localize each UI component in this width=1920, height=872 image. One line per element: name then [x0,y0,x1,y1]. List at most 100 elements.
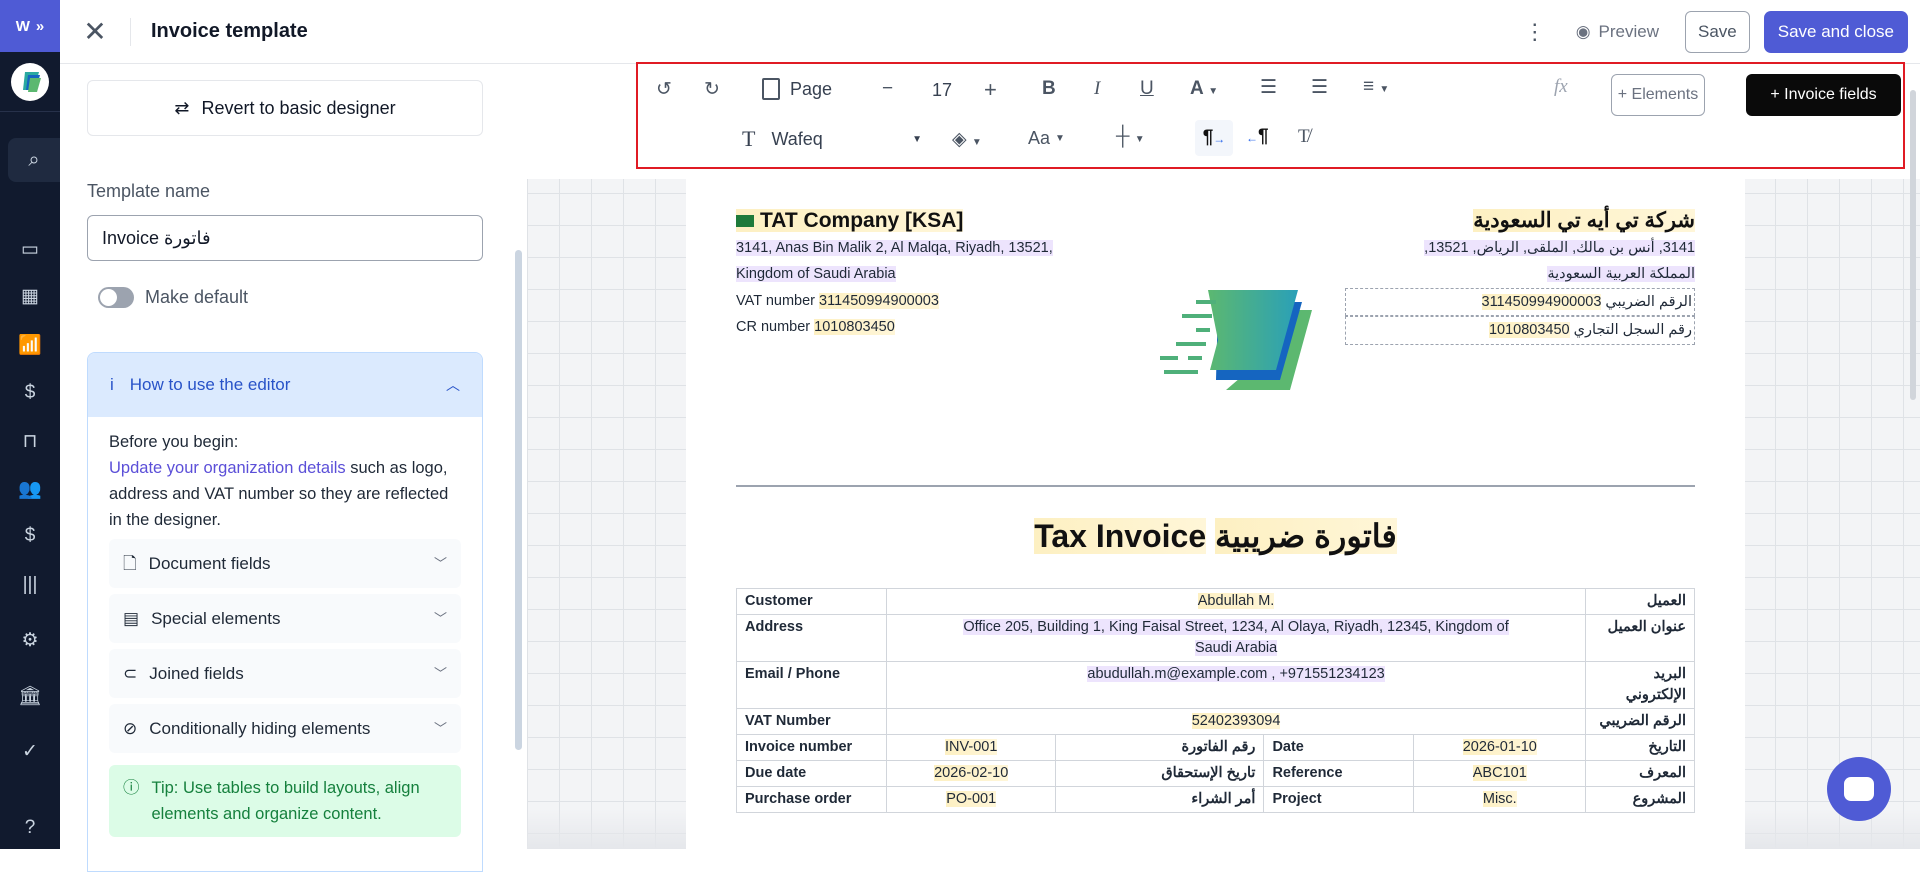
how-to-use-editor-header[interactable]: i How to use the editor ︿ [88,353,482,417]
borders-icon[interactable]: ┼ ▼ [1116,126,1145,148]
text-case-button[interactable]: Aa ▼ [1028,128,1065,149]
numbered-list-icon[interactable]: ☰ [1311,76,1328,99]
formula-fx-button[interactable]: fx [1554,76,1568,98]
divider-line[interactable] [736,485,1695,487]
address-ar-line-2: المملكة العربية السعودية [1547,266,1695,282]
font-size-value[interactable]: 17 [932,80,952,101]
row-label-ar: أمر الشراء [1055,786,1265,813]
vat-value-en: 311450994900003 [819,292,939,309]
row-label-en: VAT Number [736,708,887,735]
settings-panel: ⇄ Revert to basic designer Template name … [60,65,527,872]
eye-off-icon: ⊘ [123,718,138,738]
close-icon[interactable]: ✕ [80,15,110,48]
purchases-bag-icon[interactable]: ⊓ [0,430,60,453]
company-block-en[interactable]: TAT Company [KSA] 3141, Anas Bin Malik 2… [736,208,1053,341]
expand-nav-button[interactable]: W» [0,0,60,52]
tasks-icon[interactable]: ✓ [0,740,60,763]
template-name-input[interactable] [87,215,483,261]
help-icon[interactable]: ? [0,817,60,839]
table-row: Customer Abdullah M. العميل [736,588,1695,615]
chat-bubble-icon [1844,777,1874,801]
row-label-ar: المعرف [1585,760,1695,787]
invoice-title[interactable]: Tax Invoice فاتورة ضريبية [686,517,1745,555]
row-value: 2026-01-10 [1462,739,1537,755]
accordion-special-elements[interactable]: ▤ Special elements ﹀ [109,594,461,643]
row-value: ABC101 [1472,765,1527,781]
invoice-fields-button[interactable]: + Invoice fields [1746,74,1901,116]
chat-support-button[interactable] [1827,757,1891,821]
chevron-down-icon: ﹀ [433,555,447,571]
make-default-toggle[interactable] [98,287,134,308]
row-value: INV-001 [945,739,998,755]
add-elements-button[interactable]: + Elements [1611,74,1705,116]
tip-box: ⓘ Tip: Use tables to build layouts, align… [109,765,461,837]
customer-details-table[interactable]: Customer Abdullah M. العميل Address Office … [736,588,1695,813]
products-barcode-icon[interactable]: ||| [0,574,60,596]
row-label-en: Date [1263,734,1415,761]
text-color-button[interactable]: A ▼ [1190,78,1218,100]
redo-icon[interactable]: ↻ [704,78,720,101]
decrease-font-size-button[interactable]: − [882,78,893,100]
fill-color-icon[interactable]: ◈ ▼ [952,128,982,151]
bank-icon[interactable]: 🏛 [0,684,60,708]
undo-icon[interactable]: ↺ [656,78,672,101]
page-label: Page [790,78,833,99]
revert-to-basic-designer-button[interactable]: ⇄ Revert to basic designer [87,80,483,136]
save-button[interactable]: Save [1685,11,1750,53]
row-label-ar: المشروع [1585,786,1695,813]
accounting-settings-icon[interactable]: ⚙ [0,629,60,652]
row-label-en: Invoice number [736,734,887,761]
underline-button[interactable]: U [1140,78,1154,100]
update-organization-link[interactable]: Update your organization details [109,459,346,477]
chevron-up-icon: ︿ [446,377,460,393]
increase-font-size-button[interactable]: + [984,77,997,103]
row-label-ar: رقم الفاتورة [1055,734,1265,761]
search-icon[interactable]: ⌕ [8,138,60,182]
company-block-ar[interactable]: شركة تي أيه تي السعودية 3141, أنس بن مال… [1345,208,1695,345]
list-icon: ▤ [123,608,140,628]
bullet-list-icon[interactable]: ☰ [1260,76,1277,99]
font-family-select[interactable]: T Wafeq ▼ [742,126,922,152]
inbox-icon[interactable]: ▭ [0,238,60,261]
accordion-label: Conditionally hiding elements [149,718,371,738]
sales-dollar-icon[interactable]: $ [0,382,60,404]
company-logo[interactable] [1156,280,1316,395]
accordion-label: Document fields [148,553,271,573]
payroll-icon[interactable]: $ [0,525,60,547]
panel-scrollbar[interactable] [515,250,522,750]
make-default-label: Make default [145,287,249,307]
row-label-en: Project [1263,786,1415,813]
page-title: Invoice template [151,20,308,42]
info-icon: i [110,375,114,394]
preview-button[interactable]: ◉ Preview [1564,22,1671,42]
accordion-conditionally-hiding[interactable]: ⊘ Conditionally hiding elements ﹀ [109,704,461,753]
organization-avatar[interactable] [11,62,49,101]
cr-label-ar: رقم السجل التجاري [1573,322,1692,338]
cr-value-en: 1010803450 [814,319,895,335]
row-label-en: Address [736,614,887,662]
save-and-close-button[interactable]: Save and close [1763,11,1908,53]
align-menu-icon[interactable]: ≡ ▼ [1363,76,1389,98]
ltr-direction-icon[interactable]: ¶→ [1195,120,1233,156]
formatting-toolbar: ↺ ↻ Page − 17 + B I U A ▼ ☰ ☰ ≡ ▼ fx + E… [636,62,1905,169]
rtl-direction-icon[interactable]: ←¶ [1246,126,1269,148]
clear-formatting-icon[interactable]: T̸ [1298,126,1310,148]
row-value: 2026-02-10 [934,765,1009,781]
dashboard-icon[interactable]: ▦ [0,285,60,308]
row-label-ar: البريد الإلكتروني [1585,661,1695,709]
accordion-document-fields[interactable]: 🗋 Document fields ﹀ [109,539,461,588]
italic-button[interactable]: I [1094,78,1100,100]
accordion-joined-fields[interactable]: ⊂ Joined fields ﹀ [109,649,461,698]
more-options-icon[interactable]: ⋮ [1520,19,1550,45]
saudi-flag-icon [736,215,754,227]
reports-icon[interactable]: 📶 [0,333,60,357]
table-row: Purchase order PO-001 أمر الشراء Project Mis… [736,786,1695,813]
row-label-en: Email / Phone [736,661,887,709]
row-label-en: Customer [736,588,887,615]
bold-button[interactable]: B [1042,78,1056,100]
canvas-scrollbar[interactable] [1910,90,1916,400]
page-selector[interactable]: Page [762,78,832,100]
invoice-page: TAT Company [KSA] 3141, Anas Bin Malik 2… [686,170,1745,849]
contacts-icon[interactable]: 👥 [0,477,60,501]
info-circle-icon: ⓘ [123,779,140,797]
